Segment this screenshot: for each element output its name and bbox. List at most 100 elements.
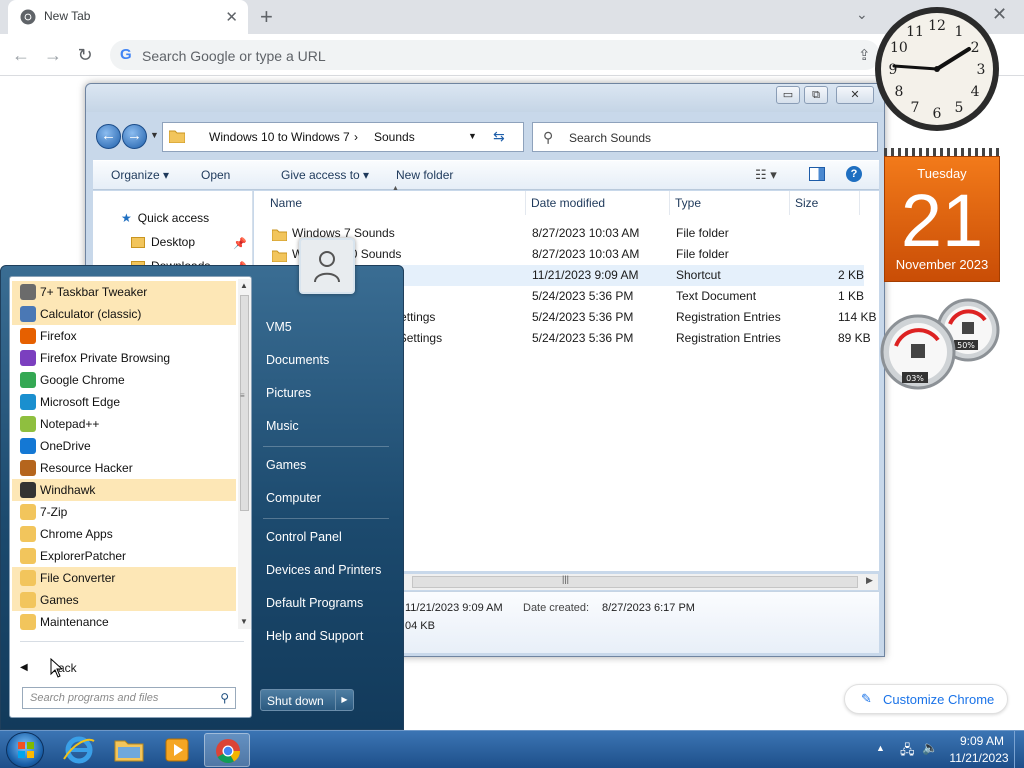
program-item[interactable]: Calculator (classic) xyxy=(12,303,236,325)
scroll-right-icon[interactable]: ▶ xyxy=(866,575,873,586)
preview-pane-icon[interactable] xyxy=(809,167,825,181)
taskbar-file-explorer[interactable] xyxy=(106,733,152,767)
clock-date[interactable]: 11/21/2023 xyxy=(944,751,1014,765)
forward-icon[interactable]: → xyxy=(40,42,66,68)
close-button[interactable]: ✕ xyxy=(836,86,874,104)
program-item[interactable]: 7+ Taskbar Tweaker xyxy=(12,281,236,303)
start-right-music[interactable]: Music xyxy=(266,419,299,433)
back-button[interactable]: ◀ Back xyxy=(20,657,160,679)
show-desktop-button[interactable] xyxy=(1014,731,1024,768)
column-header-name[interactable]: Name xyxy=(254,191,526,215)
program-item[interactable]: Chrome Apps xyxy=(12,523,236,545)
search-input[interactable]: ⚲ Search Sounds xyxy=(532,122,878,152)
program-item[interactable]: Windhawk xyxy=(12,479,236,501)
tab-new-tab[interactable]: New Tab ✕ xyxy=(8,0,248,34)
network-icon[interactable]: 🖧 xyxy=(900,741,915,763)
program-item[interactable]: Firefox xyxy=(12,325,236,347)
star-icon: ★ xyxy=(121,211,132,225)
program-item[interactable]: OneDrive xyxy=(12,435,236,457)
view-options-icon[interactable]: ☷ ▾ xyxy=(755,167,777,183)
breadcrumb-item[interactable]: Sounds xyxy=(374,130,415,144)
start-button[interactable] xyxy=(6,732,44,768)
program-item[interactable]: Maintenance xyxy=(12,611,236,633)
nav-desktop[interactable]: Desktop xyxy=(131,235,195,249)
tab-close-icon[interactable]: ✕ xyxy=(225,8,238,26)
start-right-games[interactable]: Games xyxy=(266,458,306,472)
program-item[interactable]: Microsoft Edge xyxy=(12,391,236,413)
user-picture[interactable] xyxy=(299,238,355,294)
omnibox-placeholder: Search Google or type a URL xyxy=(142,48,326,64)
file-size: 1 KB xyxy=(838,289,865,303)
address-bar[interactable]: Windows 10 to Windows 7 › Sounds ▼ ⇆ xyxy=(162,122,524,152)
taskbar: ▲ 🖧 🔈 9:09 AM 11/21/2023 xyxy=(0,730,1024,768)
program-item[interactable]: ExplorerPatcher xyxy=(12,545,236,567)
show-hidden-icons-icon[interactable]: ▲ xyxy=(876,743,885,753)
recent-pages-dropdown-icon[interactable]: ▼ xyxy=(150,130,159,140)
scroll-up-icon[interactable]: ▲ xyxy=(240,281,248,290)
column-header-size[interactable]: Size xyxy=(790,191,860,215)
volume-icon[interactable]: 🔈 xyxy=(922,740,938,756)
explorer-titlebar[interactable]: ▭ ⧉ ✕ xyxy=(86,84,884,112)
back-button[interactable]: ← xyxy=(96,124,121,149)
address-dropdown-icon[interactable]: ▼ xyxy=(468,131,477,141)
scrollbar-thumb[interactable] xyxy=(240,295,249,511)
omnibox[interactable]: G Search Google or type a URL xyxy=(110,40,880,70)
taskbar-google-chrome[interactable] xyxy=(204,733,250,767)
start-right-default-programs[interactable]: Default Programs xyxy=(266,596,363,610)
program-label: Notepad++ xyxy=(40,417,100,431)
start-right-devices-printers[interactable]: Devices and Printers xyxy=(266,563,381,577)
file-date: 8/27/2023 10:03 AM xyxy=(532,247,640,261)
programs-scrollbar[interactable]: ▲ ≡ ▼ xyxy=(238,279,251,629)
scroll-down-icon[interactable]: ▼ xyxy=(240,617,248,626)
customize-chrome-button[interactable]: ✎ Customize Chrome xyxy=(844,684,1008,714)
reload-icon[interactable]: ↻ xyxy=(72,42,98,68)
start-right-documents[interactable]: Documents xyxy=(266,353,329,367)
program-item[interactable]: Notepad++ xyxy=(12,413,236,435)
program-label: Google Chrome xyxy=(40,373,125,387)
taskbar-internet-explorer[interactable] xyxy=(56,733,102,767)
nav-quick-access[interactable]: ★ Quick access xyxy=(121,211,209,225)
horizontal-scrollbar[interactable]: ||| ▶ xyxy=(402,574,878,590)
program-label: Games xyxy=(40,593,79,607)
start-right-control-panel[interactable]: Control Panel xyxy=(266,530,342,544)
program-item[interactable]: 7-Zip xyxy=(12,501,236,523)
column-header-type[interactable]: Type xyxy=(670,191,790,215)
column-header-date[interactable]: Date modified xyxy=(526,191,670,215)
program-item[interactable]: Google Chrome xyxy=(12,369,236,391)
help-icon[interactable]: ? xyxy=(846,166,862,182)
forward-button[interactable]: → xyxy=(122,124,147,149)
shutdown-button[interactable]: Shut down ▶ xyxy=(260,689,354,711)
program-item[interactable]: Resource Hacker xyxy=(12,457,236,479)
cpu-meter-gadget[interactable]: 50% 03% xyxy=(880,296,1004,396)
open-button[interactable]: Open xyxy=(201,168,230,182)
new-folder-button[interactable]: New folder xyxy=(396,168,453,182)
clock-gadget[interactable]: 12 12 3 45678 9 1011 xyxy=(872,4,1002,134)
give-access-button[interactable]: Give access to ▾ xyxy=(281,168,369,182)
shutdown-options-icon[interactable]: ▶ xyxy=(335,690,353,710)
user-icon xyxy=(314,251,340,283)
refresh-icon[interactable]: ⇆ xyxy=(493,128,505,145)
back-icon[interactable]: ← xyxy=(8,42,34,68)
organize-button[interactable]: Organize ▾ xyxy=(111,168,169,182)
tab-search-icon[interactable]: ⌄ xyxy=(856,6,868,23)
start-right-help-support[interactable]: Help and Support xyxy=(266,629,363,643)
breadcrumb-separator[interactable]: › xyxy=(354,130,358,144)
start-right-computer[interactable]: Computer xyxy=(266,491,321,505)
clock-number: 8 xyxy=(894,84,903,100)
start-search-input[interactable]: Search programs and files ⚲ xyxy=(22,687,236,709)
calendar-gadget[interactable]: Tuesday 21 November 2023 xyxy=(884,148,1000,284)
program-item[interactable]: File Converter xyxy=(12,567,236,589)
start-right-user[interactable]: VM5 xyxy=(266,320,292,334)
start-right-pictures[interactable]: Pictures xyxy=(266,386,311,400)
clock-time[interactable]: 9:09 AM xyxy=(952,734,1012,748)
maximize-button[interactable]: ⧉ xyxy=(804,86,828,104)
scrollbar-thumb[interactable] xyxy=(412,576,858,588)
share-icon[interactable]: ⇪ xyxy=(858,46,871,64)
minimize-button[interactable]: ▭ xyxy=(776,86,800,104)
taskbar-media-player[interactable] xyxy=(154,733,200,767)
new-tab-button[interactable]: + xyxy=(260,4,273,30)
clock-number: 10 xyxy=(890,40,908,56)
program-item[interactable]: Firefox Private Browsing xyxy=(12,347,236,369)
program-item[interactable]: Games xyxy=(12,589,236,611)
breadcrumb-item[interactable]: Windows 10 to Windows 7 xyxy=(209,130,350,144)
